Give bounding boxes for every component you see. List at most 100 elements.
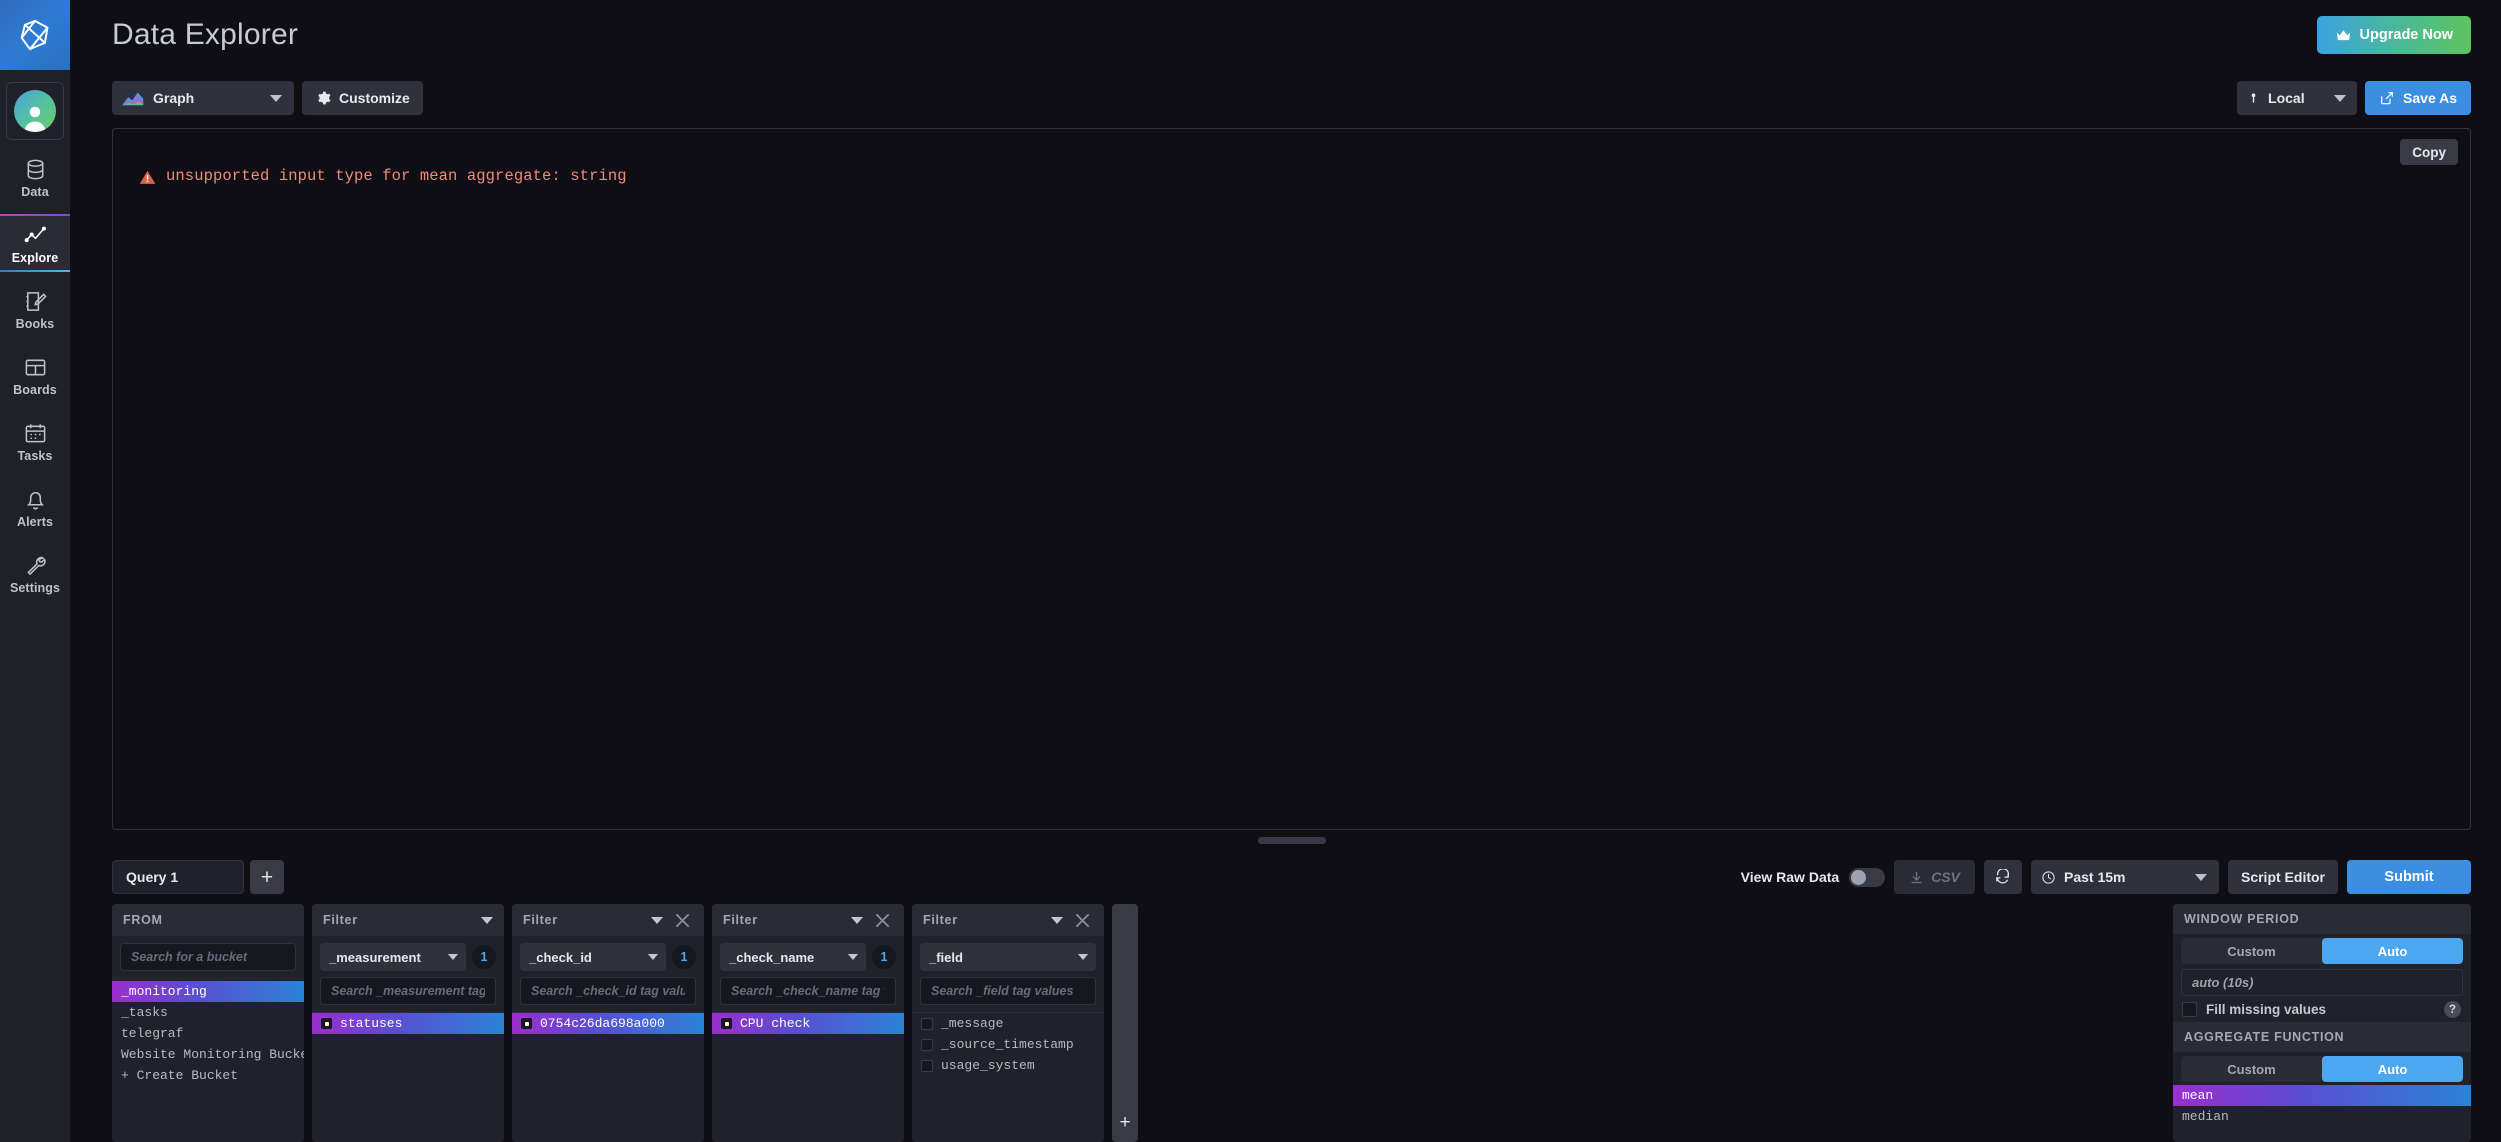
- filter-value-search-input[interactable]: [520, 977, 696, 1005]
- filter-count-badge: 1: [672, 945, 696, 969]
- sidebar-item-label: Books: [15, 317, 55, 331]
- fill-missing-values-checkbox[interactable]: [2182, 1002, 2197, 1017]
- sidebar-item-settings[interactable]: Settings: [0, 544, 70, 602]
- panel-resize-handle[interactable]: [1257, 836, 1326, 844]
- chevron-down-icon[interactable]: [851, 916, 863, 924]
- influxdb-logo[interactable]: [0, 0, 70, 70]
- help-icon[interactable]: ?: [2444, 1001, 2461, 1018]
- from-card-header: FROM: [112, 904, 304, 936]
- fill-missing-values-label: Fill missing values: [2206, 1002, 2327, 1017]
- sidebar-item-books[interactable]: Books: [0, 280, 70, 338]
- download-csv-button[interactable]: CSV: [1894, 860, 1975, 894]
- bucket-item[interactable]: telegraf: [112, 1023, 304, 1044]
- chevron-down-icon[interactable]: [481, 916, 493, 924]
- filter-key-dropdown[interactable]: _measurement: [320, 943, 466, 971]
- filter-value-search-input[interactable]: [920, 977, 1096, 1005]
- sidebar-item-tasks[interactable]: Tasks: [0, 412, 70, 470]
- close-icon[interactable]: [871, 909, 893, 931]
- chevron-down-icon: [648, 954, 658, 960]
- from-card: FROM _monitoring _tasks telegraf Website…: [112, 904, 304, 1142]
- checkbox-checked-icon: [521, 1018, 532, 1029]
- save-as-button[interactable]: Save As: [2365, 81, 2471, 115]
- checkbox-unchecked-icon: [921, 1038, 933, 1051]
- csv-label: CSV: [1931, 869, 1960, 885]
- window-period-value[interactable]: auto (10s): [2181, 969, 2463, 996]
- calendar-icon: [24, 421, 47, 445]
- add-query-button[interactable]: +: [250, 860, 284, 894]
- filter-key-dropdown[interactable]: _field: [920, 943, 1096, 971]
- checkbox-unchecked-icon: [921, 1059, 933, 1072]
- filter-key-row: _field: [920, 943, 1096, 971]
- filter-value-item[interactable]: _message: [912, 1013, 1104, 1034]
- chevron-down-icon: [1078, 954, 1088, 960]
- filter-value-item[interactable]: usage_system: [912, 1055, 1104, 1076]
- query-tab-1[interactable]: Query 1: [112, 860, 244, 894]
- script-editor-button[interactable]: Script Editor: [2227, 860, 2338, 894]
- sidebar-item-explore[interactable]: Explore: [0, 214, 70, 272]
- from-card-body: [112, 936, 304, 971]
- sidebar-item-data[interactable]: Data: [0, 148, 70, 206]
- filter-key-label: _check_id: [529, 949, 592, 965]
- aggregate-function-item[interactable]: median: [2173, 1106, 2471, 1127]
- add-filter-button[interactable]: +: [1112, 904, 1138, 1142]
- query-bar: Query 1 + View Raw Data CSV Past 15m Scr…: [70, 850, 2501, 904]
- window-period-custom-option[interactable]: Custom: [2181, 938, 2322, 964]
- filter-card-header: Filter: [512, 904, 704, 936]
- sidebar-item-label: Settings: [9, 581, 61, 595]
- time-range-dropdown[interactable]: Past 15m: [2030, 860, 2219, 894]
- filter-value-item[interactable]: statuses: [312, 1013, 504, 1034]
- filter-key-dropdown[interactable]: _check_name: [720, 943, 866, 971]
- filter-value-list: CPU check: [712, 1012, 904, 1142]
- window-period-auto-option[interactable]: Auto: [2322, 938, 2463, 964]
- filter-value-label: _message: [941, 1016, 1004, 1031]
- avatar-image: [14, 90, 56, 132]
- view-raw-data-group: View Raw Data: [1741, 867, 1886, 887]
- viz-toolbar-right: Local Save As: [2237, 81, 2471, 115]
- avatar[interactable]: [6, 82, 64, 140]
- sidebar-item-boards[interactable]: Boards: [0, 346, 70, 404]
- close-icon[interactable]: [1071, 909, 1093, 931]
- bucket-search-input[interactable]: [120, 943, 296, 971]
- filter-header-controls: [481, 916, 493, 924]
- submit-button[interactable]: Submit: [2347, 860, 2471, 894]
- filter-value-search-input[interactable]: [320, 977, 496, 1005]
- sidebar-item-label: Explore: [11, 251, 59, 265]
- create-bucket-item[interactable]: + Create Bucket: [112, 1065, 304, 1086]
- view-raw-data-toggle[interactable]: [1849, 867, 1886, 887]
- filter-card-body: _check_name 1: [712, 936, 904, 1005]
- chevron-down-icon[interactable]: [1051, 916, 1063, 924]
- close-icon[interactable]: [671, 909, 693, 931]
- sidebar-item-alerts[interactable]: Alerts: [0, 478, 70, 536]
- customize-button[interactable]: Customize: [302, 81, 423, 115]
- filter-key-label: _field: [929, 949, 963, 965]
- filter-value-item[interactable]: 0754c26da698a000: [512, 1013, 704, 1034]
- filter-card-header: Filter: [912, 904, 1104, 936]
- filter-key-dropdown[interactable]: _check_id: [520, 943, 666, 971]
- chevron-down-icon[interactable]: [651, 916, 663, 924]
- bucket-item[interactable]: _tasks: [112, 1002, 304, 1023]
- refresh-button[interactable]: [1983, 860, 2022, 894]
- aggregate-mode-row: Custom Auto: [2173, 1052, 2471, 1082]
- visualization-type-dropdown[interactable]: Graph: [112, 81, 294, 115]
- timezone-dropdown[interactable]: Local: [2237, 81, 2358, 115]
- filter-value-search-input[interactable]: [720, 977, 896, 1005]
- bucket-item[interactable]: _monitoring: [112, 981, 304, 1002]
- person-icon: [24, 106, 46, 132]
- aggregate-custom-option[interactable]: Custom: [2181, 1056, 2322, 1082]
- filter-count-badge: 1: [472, 945, 496, 969]
- copy-button[interactable]: Copy: [2400, 139, 2458, 165]
- filter-title: Filter: [323, 913, 358, 927]
- filter-value-item[interactable]: _source_timestamp: [912, 1034, 1104, 1055]
- notebook-icon: [24, 289, 47, 313]
- filter-value-item[interactable]: CPU check: [712, 1013, 904, 1034]
- filter-value-label: usage_system: [941, 1058, 1035, 1073]
- filter-card-body: _measurement 1: [312, 936, 504, 1005]
- aggregate-auto-option[interactable]: Auto: [2322, 1056, 2463, 1082]
- query-error-message: unsupported input type for mean aggregat…: [166, 167, 627, 185]
- sidebar-item-label: Boards: [13, 383, 57, 397]
- aggregate-function-item[interactable]: mean: [2173, 1085, 2471, 1106]
- upgrade-now-button[interactable]: Upgrade Now: [2316, 16, 2471, 54]
- explore-icon: [24, 223, 47, 247]
- from-title: FROM: [123, 913, 163, 927]
- bucket-item[interactable]: Website Monitoring Bucket: [112, 1044, 304, 1065]
